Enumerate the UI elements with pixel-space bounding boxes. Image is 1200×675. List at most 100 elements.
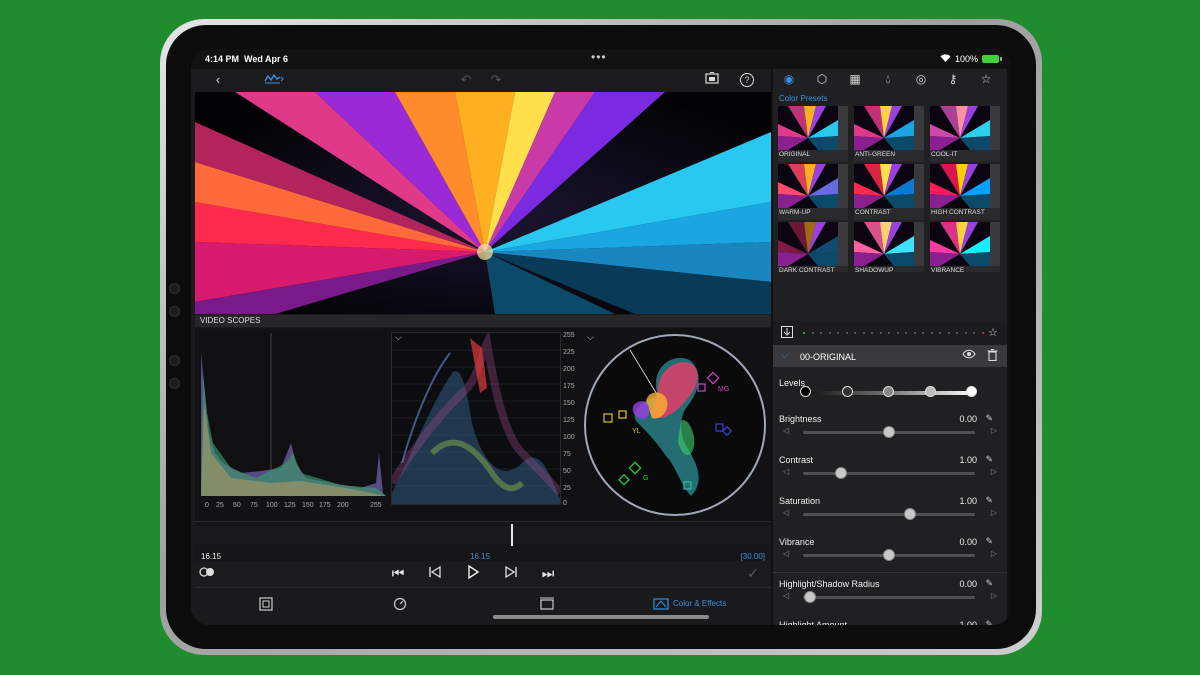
undo-icon[interactable]: ↶ <box>457 71 475 89</box>
help-icon[interactable]: ? <box>740 73 754 87</box>
grid-icon[interactable]: ▦ <box>847 72 863 86</box>
checkmark-icon[interactable]: ✓ <box>743 565 763 582</box>
scopes-header: VIDEO SCOPES <box>195 315 771 327</box>
param-value[interactable]: 1.00 <box>959 455 977 465</box>
sensor-icon <box>169 355 180 366</box>
step-back-icon[interactable] <box>425 565 445 581</box>
slider-knob[interactable] <box>834 467 847 479</box>
decrement-icon[interactable]: ◁ <box>783 591 789 600</box>
pencil-icon[interactable]: ✎ <box>985 536 993 547</box>
color-effects-icon[interactable] <box>653 597 669 614</box>
speed-icon[interactable] <box>393 597 407 614</box>
decrement-icon[interactable]: ◁ <box>783 467 789 476</box>
pencil-icon[interactable]: ✎ <box>985 413 993 424</box>
param-highlight-amount: Highlight Amount1.00✎◁▷ <box>773 619 1007 625</box>
preset-thumbnail <box>930 222 990 266</box>
pencil-icon[interactable]: ✎ <box>985 578 993 589</box>
star-icon[interactable]: ☆ <box>988 326 998 339</box>
slider-knob[interactable] <box>883 549 895 561</box>
timeline[interactable]: 16.15 16.15 [30.00] <box>195 521 771 561</box>
pencil-icon[interactable]: ✎ <box>985 619 993 625</box>
decrement-icon[interactable]: ◁ <box>783 508 789 517</box>
chevron-down-icon[interactable]: ⌵ <box>781 350 788 361</box>
preset-thumbnail <box>778 222 838 266</box>
param-value[interactable]: 0.00 <box>959 537 977 547</box>
video-preview[interactable] <box>195 92 771 314</box>
chevron-left-icon[interactable]: ‹ <box>209 71 227 89</box>
status-bar: 4:14 PM Wed Apr 6 ••• 100% <box>191 49 1011 69</box>
preset-strip <box>990 222 1000 266</box>
share-icon[interactable] <box>703 71 721 89</box>
slider-track[interactable] <box>803 472 975 475</box>
preset-anti-green[interactable]: ANTI-GREEN <box>854 106 924 162</box>
sensor-icon <box>169 306 180 317</box>
crop-icon[interactable] <box>259 597 273 614</box>
waveform-icon[interactable] <box>263 71 285 89</box>
increment-icon[interactable]: ▷ <box>991 591 997 600</box>
param-value[interactable]: 0.00 <box>959 579 977 589</box>
pencil-icon[interactable]: ✎ <box>985 495 993 506</box>
decrement-icon[interactable]: ◁ <box>783 426 789 435</box>
skip-to-end-icon[interactable]: ⏭ <box>538 565 558 582</box>
increment-icon[interactable]: ▷ <box>991 426 997 435</box>
preset-contrast[interactable]: CONTRAST <box>854 164 924 220</box>
preset-vibrance[interactable]: VIBRANCE <box>930 222 1000 274</box>
waveform-axis-255: 255 <box>563 332 575 339</box>
preset-original[interactable]: ORIGINAL <box>778 106 848 162</box>
levels-black-knob[interactable] <box>800 386 811 397</box>
chevron-down-icon[interactable]: ⌵ <box>395 332 402 343</box>
increment-icon[interactable]: ▷ <box>991 467 997 476</box>
page-dot <box>879 332 882 334</box>
eye-icon[interactable] <box>962 349 976 362</box>
cube-icon[interactable]: ⬡ <box>814 72 830 86</box>
slider-knob[interactable] <box>883 426 895 438</box>
chevron-down-icon[interactable]: ⌵ <box>587 332 594 343</box>
slider-track[interactable] <box>803 596 975 599</box>
increment-icon[interactable]: ▷ <box>991 508 997 517</box>
levels-low-knob[interactable] <box>842 386 853 397</box>
levels-mid-knob[interactable] <box>883 386 894 397</box>
skip-to-start-icon[interactable]: ⏮ <box>388 565 408 582</box>
histogram-axis-175: 175 <box>319 502 331 509</box>
slider-track[interactable] <box>803 513 975 516</box>
param-value[interactable]: 0.00 <box>959 414 977 424</box>
import-icon[interactable] <box>781 326 793 341</box>
param-value[interactable]: 1.00 <box>959 496 977 506</box>
slider-knob[interactable] <box>903 508 916 520</box>
preset-shadowup[interactable]: SHADOWUP <box>854 222 924 274</box>
color-wheel-icon[interactable]: ◉ <box>781 72 797 86</box>
waveform-axis-50: 50 <box>563 468 571 475</box>
preset-warm-up[interactable]: WARM-UP <box>778 164 848 220</box>
increment-icon[interactable]: ▷ <box>991 549 997 558</box>
preset-cool-it[interactable]: COOL-IT <box>930 106 1000 162</box>
levels-high-knob[interactable] <box>925 386 936 397</box>
decrement-icon[interactable]: ◁ <box>783 549 789 558</box>
target-icon[interactable]: ◎ <box>913 72 929 86</box>
timeline-track[interactable] <box>195 526 771 544</box>
preset-dark-contrast[interactable]: DARK CONTRAST <box>778 222 848 274</box>
waveform-scope <box>388 330 564 505</box>
redo-icon[interactable]: ↷ <box>487 71 505 89</box>
slider-knob[interactable] <box>803 591 816 603</box>
droplet-icon[interactable]: 💧︎ <box>880 72 896 87</box>
star-icon[interactable]: ☆ <box>978 72 994 86</box>
pencil-icon[interactable]: ✎ <box>985 454 993 465</box>
preset-high-contrast[interactable]: HIGH CONTRAST <box>930 164 1000 220</box>
playhead[interactable] <box>511 524 513 546</box>
multitask-dots[interactable]: ••• <box>591 50 607 64</box>
step-forward-icon[interactable] <box>501 565 521 581</box>
frame-icon[interactable] <box>539 597 555 614</box>
key-icon[interactable]: ⚷ <box>945 72 961 86</box>
param-label: Contrast <box>779 455 814 465</box>
loop-icon[interactable] <box>197 567 217 580</box>
trash-icon[interactable] <box>987 349 998 364</box>
param-value[interactable]: 1.00 <box>959 620 977 625</box>
wifi-icon <box>940 54 951 64</box>
levels-white-knob[interactable] <box>966 386 977 397</box>
section-header[interactable]: ⌵ 00-ORIGINAL <box>773 345 1007 367</box>
vectorscope-label-yl: YL <box>632 428 641 435</box>
playhead-timecode: 16.15 <box>470 552 491 561</box>
page-dot <box>871 332 873 334</box>
play-icon[interactable] <box>463 564 483 582</box>
tab-color-effects[interactable]: Color & Effects <box>673 599 726 608</box>
